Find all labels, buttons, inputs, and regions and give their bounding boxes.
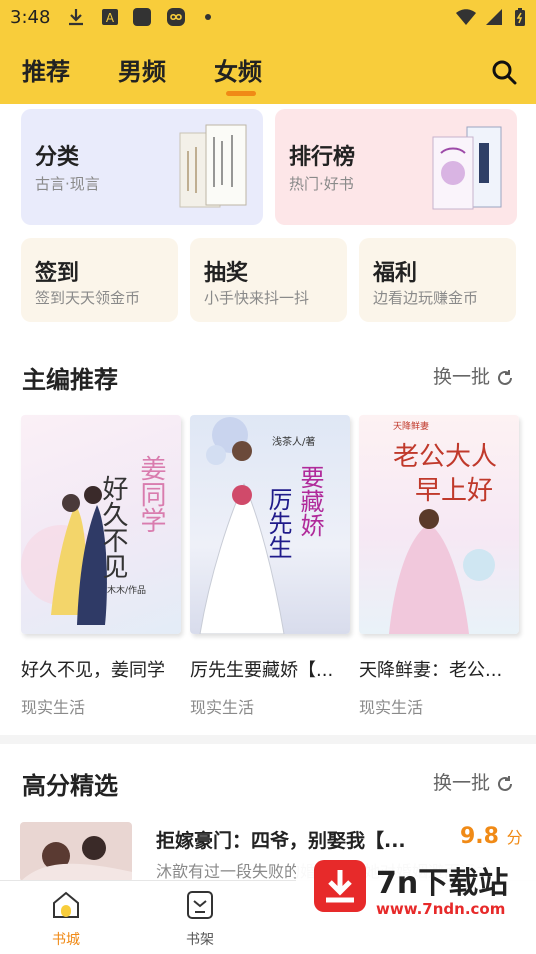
watermark-logo (314, 860, 366, 912)
checkin-card-subtitle: 签到天天领金币 (35, 289, 141, 307)
cover-subtitle-text: 早上好 (415, 476, 493, 506)
status-bar: 3:48 A (0, 0, 536, 36)
book-cover: 浅茶人/著 厉先生 要藏娇 (190, 415, 350, 634)
tab-female[interactable]: 女频 (214, 52, 262, 87)
active-tab-indicator (226, 91, 256, 96)
welfare-card-subtitle: 边看边玩赚金币 (373, 289, 479, 307)
cover-author-text: 浅茶人/著 (272, 435, 315, 448)
infinity-icon (167, 8, 185, 26)
book-cover: 天降鲜妻 老公大人 早上好 (359, 415, 519, 634)
category-card[interactable]: 分类 古言·现言 (21, 109, 263, 225)
high-score-rating: 9.8 分 (460, 824, 523, 849)
cover-title-text: 老公大人 (393, 442, 497, 472)
font-app-icon: A (102, 9, 118, 25)
app-square-icon (133, 8, 151, 26)
section-divider (0, 735, 536, 744)
book-category: 现实生活 (21, 698, 86, 717)
category-card-title: 分类 (35, 145, 80, 170)
wifi-icon (456, 9, 476, 25)
category-card-subtitle: 古言·现言 (35, 175, 100, 193)
cover-title-text: 厉先生 (264, 487, 292, 559)
search-icon[interactable] (490, 58, 518, 86)
lottery-card-subtitle: 小手快来抖一抖 (204, 289, 310, 307)
bookshelf-icon (187, 891, 213, 919)
channel-tabs: 推荐 男频 女频 (0, 48, 536, 104)
cover-subtitle-text: 要藏娇 (296, 465, 324, 537)
download-arrow-icon (326, 870, 354, 903)
app-header: 3:48 A 推荐 男频 女频 (0, 0, 536, 104)
book-category: 现实生活 (190, 698, 255, 717)
nav-bookstore[interactable]: 书城 (36, 889, 96, 949)
book-title: 好久不见，姜同学 (21, 660, 165, 681)
book-title: 天降鲜妻：老公... (359, 660, 503, 681)
section-title-high-score: 高分精选 (22, 772, 118, 800)
cover-subtitle-text: 姜同学 (136, 455, 166, 533)
checkin-card[interactable]: 签到 签到天天领金币 (21, 238, 178, 322)
lottery-card[interactable]: 抽奖 小手快来抖一抖 (190, 238, 347, 322)
refresh-label: 换一批 (432, 772, 490, 794)
book-card[interactable]: 浅茶人/著 厉先生 要藏娇 厉先生要藏娇【... 现实生活 (190, 415, 350, 718)
dot-icon (205, 14, 211, 20)
editor-picks-refresh-button[interactable]: 换一批 (433, 362, 514, 389)
status-time: 3:48 (10, 7, 51, 28)
refresh-label: 换一批 (432, 366, 490, 388)
welfare-card[interactable]: 福利 边看边玩赚金币 (359, 238, 516, 322)
refresh-icon (498, 775, 512, 791)
ranking-card-title: 排行榜 (289, 145, 356, 170)
book-stack-image (179, 124, 247, 208)
cover-author-text: 天降鲜妻 (393, 420, 429, 432)
refresh-icon (498, 369, 512, 385)
download-icon (69, 9, 83, 26)
high-score-refresh-button[interactable]: 换一批 (433, 768, 514, 795)
welfare-card-title: 福利 (373, 261, 418, 286)
cover-author-text: 木木/作品 (107, 584, 146, 596)
book-card[interactable]: 好久不见 姜同学 木木/作品 好久不见，姜同学 现实生活 (21, 415, 181, 718)
tab-male[interactable]: 男频 (118, 52, 166, 87)
cover-title-text: 好久不见 (98, 475, 128, 579)
battery-icon (515, 8, 525, 26)
high-score-book-cover[interactable] (20, 822, 132, 882)
lottery-card-title: 抽奖 (204, 261, 249, 286)
rating-value: 9.8 (460, 824, 499, 849)
book-card[interactable]: 天降鲜妻 老公大人 早上好 天降鲜妻：老公... 现实生活 (359, 415, 519, 718)
tab-recommend[interactable]: 推荐 (22, 52, 70, 87)
ranking-card-subtitle: 热门·好书 (289, 175, 354, 193)
section-title-editor-picks: 主编推荐 (22, 366, 118, 394)
high-score-book-title[interactable]: 拒嫁豪门：四爷，别娶我【... (156, 826, 406, 853)
rating-unit: 分 (506, 828, 523, 847)
nav-bookshelf-label: 书架 (186, 932, 214, 948)
ranking-card[interactable]: 排行榜 热门·好书 (275, 109, 517, 225)
watermark: 7n下载站 www.7ndn.com (296, 852, 536, 954)
book-cover: 好久不见 姜同学 木木/作品 (21, 415, 181, 634)
checkin-card-title: 签到 (35, 261, 80, 286)
bookstore-icon (53, 891, 79, 918)
book-stack-image (432, 126, 502, 210)
svg-text:A: A (106, 11, 115, 25)
signal-icon (486, 9, 502, 25)
watermark-name: 7n下载站 (376, 866, 509, 901)
watermark-url: www.7ndn.com (376, 900, 506, 918)
book-category: 现实生活 (359, 698, 424, 717)
nav-bookshelf[interactable]: 书架 (170, 889, 230, 949)
book-title: 厉先生要藏娇【... (190, 660, 334, 681)
nav-bookstore-label: 书城 (52, 932, 80, 948)
